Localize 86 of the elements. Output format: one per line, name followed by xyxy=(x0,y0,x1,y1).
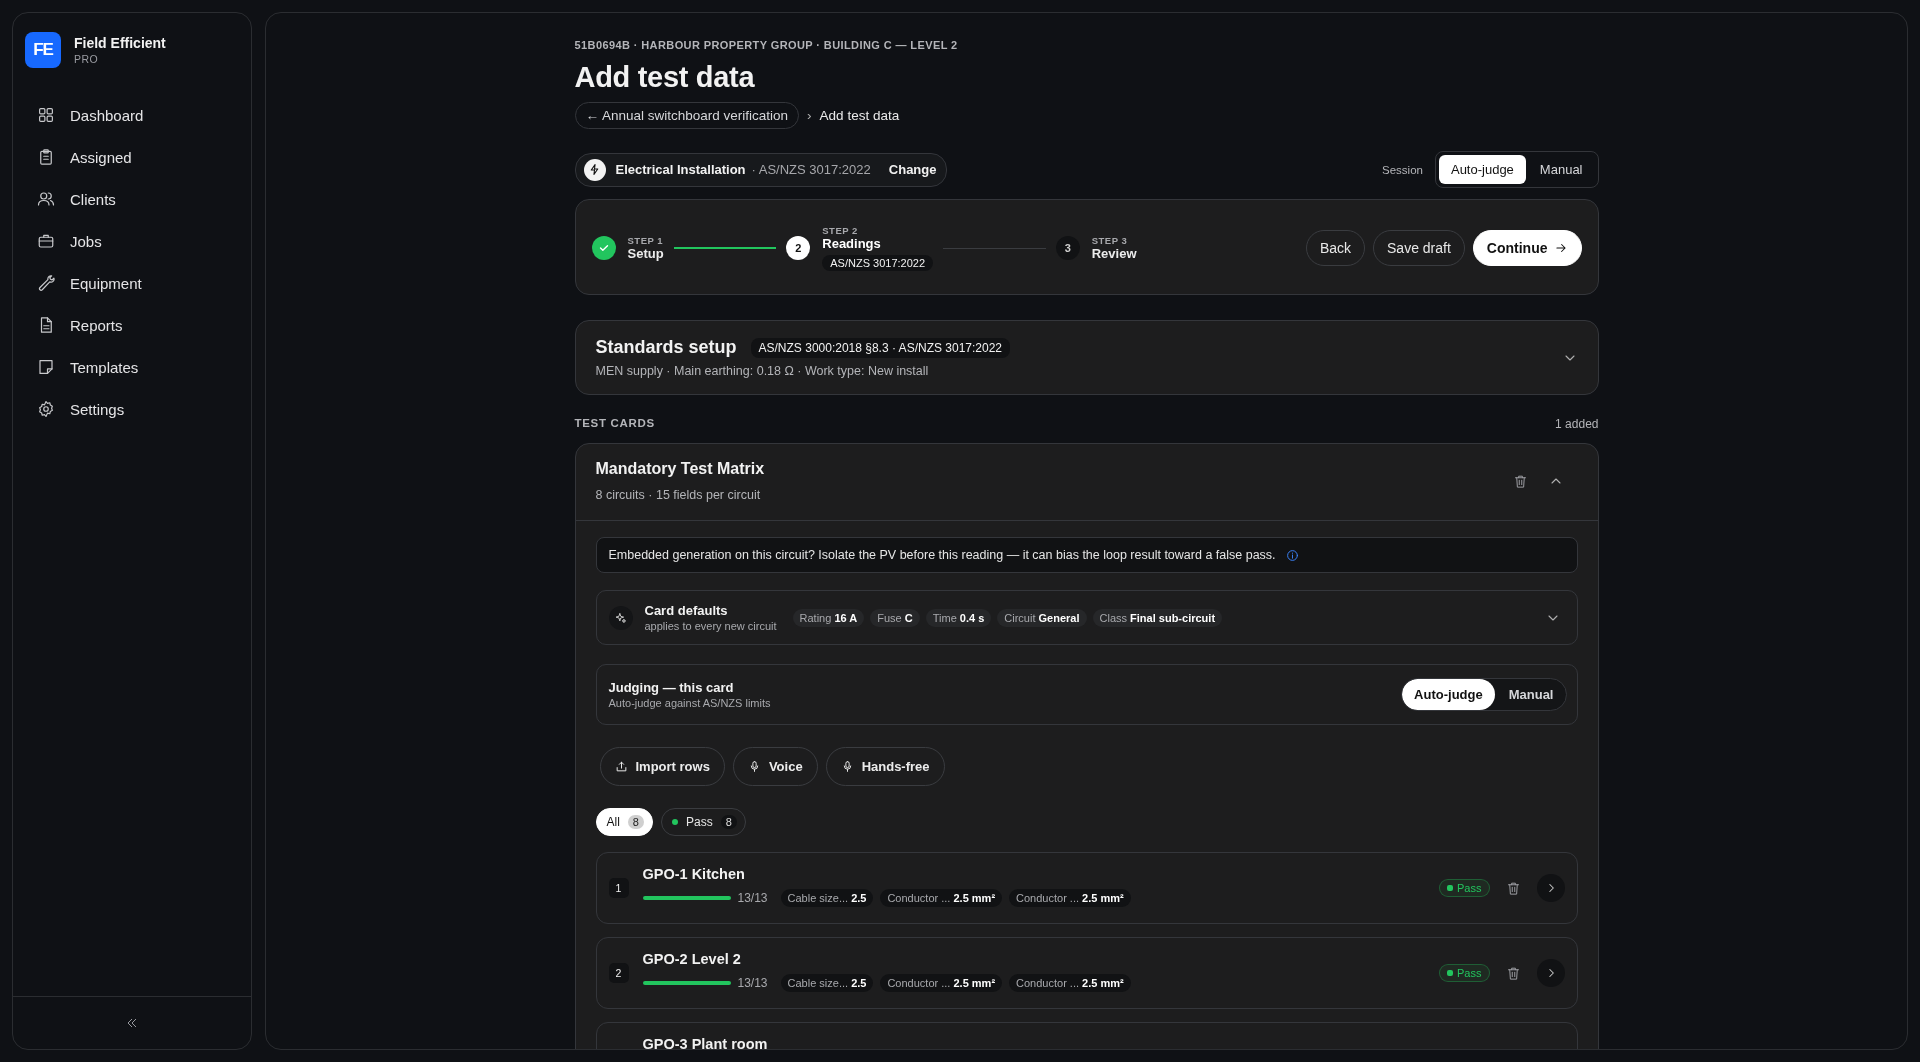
session-label: Session xyxy=(1382,163,1423,176)
defaults-title: Card defaults xyxy=(644,603,729,618)
status-badge: Pass xyxy=(1439,879,1490,897)
standards-tag: AS/NZS 3000:2018 §8.3 · AS/NZS 3017:2022 xyxy=(750,337,1011,358)
breadcrumb-current: Add test data xyxy=(819,108,900,123)
context-path: 51B0694B · HARBOUR PROPERTY GROUP · BUILDING C — LEVEL 2 xyxy=(574,39,959,51)
step-label: STEP 3 xyxy=(1091,235,1129,246)
row-number: 2 xyxy=(608,963,629,983)
arrow-right-icon xyxy=(1553,241,1568,255)
sidebar-item[interactable]: Reports xyxy=(25,304,239,346)
standard-detail: · AS/NZS 3017:2022 xyxy=(751,162,871,177)
clipboard-icon xyxy=(37,148,55,166)
progress-count: 13/13 xyxy=(737,891,768,905)
card-title: Mandatory Test Matrix xyxy=(595,460,765,478)
sidebar-item[interactable]: Dashboard xyxy=(25,94,239,136)
upload-icon xyxy=(614,760,628,773)
wrench-icon xyxy=(37,274,55,292)
row-number: 1 xyxy=(608,878,629,898)
filter-count: 8 xyxy=(720,815,737,829)
trash-icon[interactable] xyxy=(1505,880,1521,896)
notice-text: Embedded generation on this circuit? Isolate the PV before this reading — it can bias the loop result toward a false pass. xyxy=(608,548,1276,562)
card-subtitle: 8 circuits · 15 fields per circuit xyxy=(595,488,762,502)
default-chip: Time 0.4 s xyxy=(925,608,992,627)
sidebar-item[interactable]: Equipment xyxy=(25,262,239,304)
standard-name: Electrical Installation xyxy=(615,162,746,177)
continue-button[interactable]: Continue xyxy=(1472,230,1582,266)
default-chip: Fuse C xyxy=(870,608,920,627)
filter-chip[interactable]: All 8 xyxy=(595,808,653,836)
sidebar-item[interactable]: Settings xyxy=(25,388,239,430)
step-number: 2 xyxy=(786,236,811,260)
field-chip: Conductor ... 2.5 mm² xyxy=(1009,974,1131,992)
step-title: Review xyxy=(1091,246,1137,261)
circuit-name: GPO-3 Plant room xyxy=(642,1036,769,1049)
page-title: Add test data xyxy=(574,61,756,94)
judging-subtitle: Auto-judge against AS/NZS limits xyxy=(608,697,771,709)
sidebar-item[interactable]: Jobs xyxy=(25,220,239,262)
setup-summary: MEN supply · Main earthing: 0.18 Ω · Work type: New install xyxy=(595,364,930,378)
info-icon[interactable] xyxy=(1285,548,1299,562)
field-chip: Conductor ... 2.5 mm² xyxy=(880,974,1003,992)
step-title: Setup xyxy=(627,246,664,261)
step-number: 3 xyxy=(1055,236,1080,260)
progress-count: 13/13 xyxy=(737,976,768,990)
field-chip: Cable size... 2.5 xyxy=(780,889,874,907)
change-link[interactable]: Change xyxy=(888,162,937,177)
sidebar-item[interactable]: Assigned xyxy=(25,136,239,178)
sparkle-icon xyxy=(608,605,633,630)
note-icon xyxy=(37,358,55,376)
session-option[interactable]: Manual xyxy=(1527,155,1595,184)
bolt-icon xyxy=(583,158,606,181)
filter-count: 8 xyxy=(627,815,644,829)
users-icon xyxy=(37,190,55,208)
grid-icon xyxy=(37,106,55,124)
status-badge: Pass xyxy=(1439,964,1490,982)
defaults-subtitle: applies to every new circuit xyxy=(644,620,777,632)
session-option[interactable]: Auto-judge xyxy=(1438,155,1526,184)
circuit-row[interactable]: 1 GPO-1 Kitchen 13/13 Cable size... 2.5 Conductor ... 2.5 mm² Conductor ... 2.5 mm² Pass xyxy=(595,852,1578,924)
circuit-row[interactable]: GPO-3 Plant room xyxy=(595,1022,1578,1049)
settings-icon xyxy=(37,400,55,418)
default-chip: Class Final sub-circuit xyxy=(1092,608,1223,627)
judging-option[interactable]: Manual xyxy=(1496,679,1566,710)
section-label: TEST CARDS xyxy=(574,417,655,431)
trash-icon[interactable] xyxy=(1512,473,1528,489)
app-logo: FE xyxy=(25,32,61,68)
judging-option[interactable]: Auto-judge xyxy=(1402,679,1495,710)
circuit-row[interactable]: 2 GPO-2 Level 2 13/13 Cable size... 2.5 Conductor ... 2.5 mm² Conductor ... 2.5 mm² Pass xyxy=(595,937,1578,1009)
field-chip: Conductor ... 2.5 mm² xyxy=(1009,889,1131,907)
field-chip: Conductor ... 2.5 mm² xyxy=(880,889,1003,907)
trash-icon[interactable] xyxy=(1505,965,1521,981)
circuit-name: GPO-2 Level 2 xyxy=(642,951,742,967)
step-label: STEP 2 xyxy=(822,225,859,236)
default-chip: Circuit General xyxy=(997,608,1087,627)
circuit-name: GPO-1 Kitchen xyxy=(642,866,746,882)
default-chip: Rating 16 A xyxy=(792,608,865,627)
step-label: STEP 1 xyxy=(627,235,664,246)
breadcrumb-separator: › xyxy=(807,108,812,123)
judging-title: Judging — this card xyxy=(608,680,735,695)
added-count: 1 added xyxy=(1555,417,1599,431)
step-tag: AS/NZS 3017:2022 xyxy=(822,255,934,271)
sidebar-item[interactable]: Clients xyxy=(25,178,239,220)
briefcase-icon xyxy=(37,232,55,250)
step-title: Readings xyxy=(822,236,882,251)
plan-label: PRO xyxy=(74,53,100,65)
app-name: Field Efficient xyxy=(74,35,166,51)
section-title: Standards setup xyxy=(595,337,737,358)
sidebar-item[interactable]: Templates xyxy=(25,346,239,388)
field-chip: Cable size... 2.5 xyxy=(780,974,874,992)
